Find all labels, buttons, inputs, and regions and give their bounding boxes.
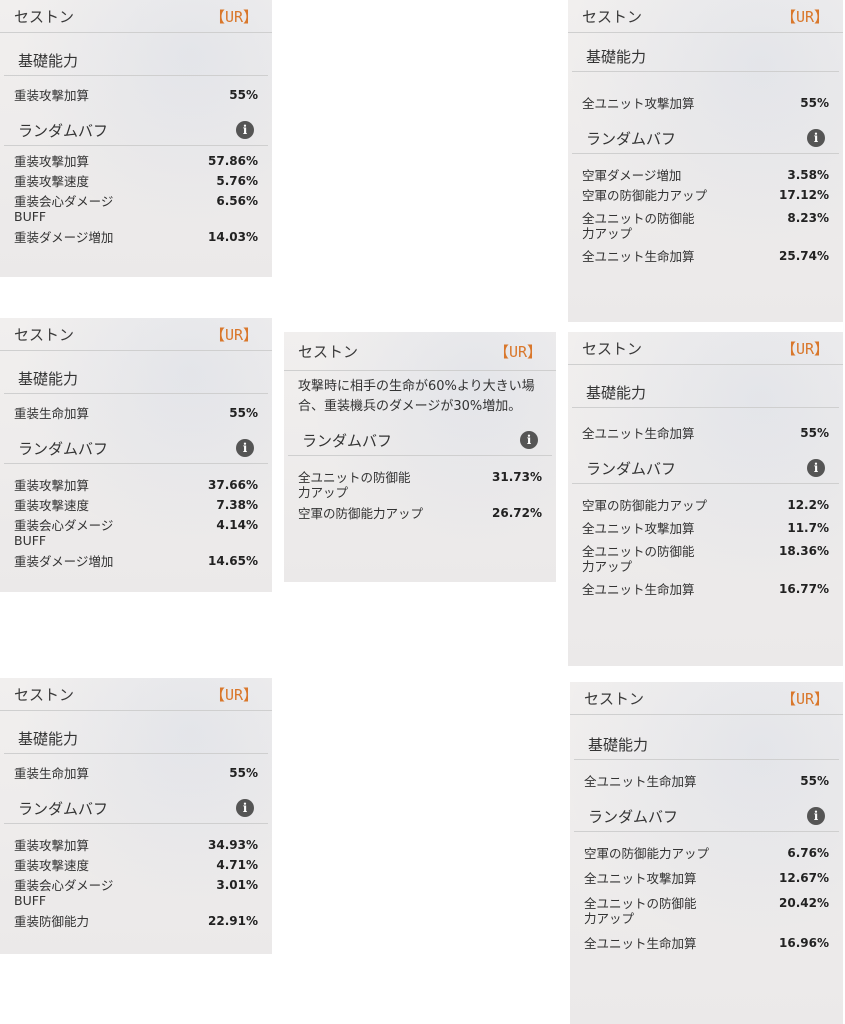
base-ability-heading: 基礎能力 [4, 45, 268, 76]
random-buff-row: 全ユニットの防御能力アップ 20.42% [584, 896, 829, 926]
card-header: セストン 【UR】 [570, 682, 843, 715]
buff-card-1: セストン 【UR】 基礎能力 重装攻撃加算 55% ランダムバフ i 重装攻撃加算… [0, 0, 272, 277]
random-buff-row: 重装会心ダメージBUFF 3.01% [14, 878, 258, 908]
random-buff-row: 重装ダメージ増加 14.65% [14, 554, 258, 569]
random-buff-row: 重装攻撃加算 57.86% [14, 154, 258, 169]
base-ability-row: 全ユニット生命加算 55% [584, 774, 829, 789]
buff-card-7: セストン 【UR】 基礎能力 全ユニット生命加算 55% ランダムバフ i 空軍の… [570, 682, 843, 1024]
random-buff-row: 全ユニット生命加算 16.77% [582, 582, 829, 597]
random-buff-row: 全ユニットの防御能力アップ 18.36% [582, 544, 829, 574]
info-icon[interactable]: i [236, 121, 254, 139]
random-buff-heading: ランダムバフ i [572, 453, 839, 484]
random-buff-heading: ランダムバフ i [4, 115, 268, 146]
random-buff-row: 重装攻撃速度 4.71% [14, 858, 258, 873]
rarity-label: 【UR】 [780, 7, 829, 26]
random-buff-row: 全ユニット生命加算 25.74% [582, 249, 829, 264]
card-header: セストン 【UR】 [0, 0, 272, 33]
random-buff-row: 重装会心ダメージBUFF 6.56% [14, 194, 258, 224]
base-ability-row: 重装生命加算 55% [14, 766, 258, 781]
random-buff-row: 空軍の防御能力アップ 6.76% [584, 846, 829, 861]
random-buff-row: 空軍の防御能力アップ 17.12% [582, 188, 829, 203]
info-icon[interactable]: i [807, 807, 825, 825]
base-ability-heading: 基礎能力 [4, 723, 268, 754]
random-buff-row: 重装攻撃加算 37.66% [14, 478, 258, 493]
random-buff-row: 重装防御能力 22.91% [14, 914, 258, 929]
random-buff-heading: ランダムバフ i [572, 123, 839, 154]
info-icon[interactable]: i [807, 459, 825, 477]
buff-card-6: セストン 【UR】 基礎能力 重装生命加算 55% ランダムバフ i 重装攻撃加算… [0, 678, 272, 954]
base-ability-heading: 基礎能力 [572, 41, 839, 72]
random-buff-row: 空軍の防御能力アップ 26.72% [298, 506, 542, 521]
rarity-label: 【UR】 [209, 685, 258, 704]
rarity-label: 【UR】 [780, 689, 829, 708]
base-ability-row: 全ユニット攻撃加算 55% [582, 96, 829, 111]
rarity-label: 【UR】 [209, 325, 258, 344]
base-ability-heading: 基礎能力 [574, 729, 839, 760]
base-ability-heading: 基礎能力 [572, 377, 839, 408]
random-buff-row: 全ユニットの防御能力アップ 31.73% [298, 470, 542, 500]
buff-card-5: セストン 【UR】 基礎能力 全ユニット生命加算 55% ランダムバフ i 空軍の… [568, 332, 843, 666]
card-header: セストン 【UR】 [568, 0, 843, 33]
card-name: セストン [14, 7, 75, 26]
card-name: セストン [582, 339, 643, 358]
random-buff-row: 全ユニット攻撃加算 12.67% [584, 871, 829, 886]
random-buff-row: 空軍ダメージ増加 3.58% [582, 168, 829, 183]
info-icon[interactable]: i [236, 799, 254, 817]
base-ability-row: 全ユニット生命加算 55% [582, 426, 829, 441]
random-buff-row: 空軍の防御能力アップ 12.2% [582, 498, 829, 513]
base-ability-row: 重装攻撃加算 55% [14, 88, 258, 103]
card-name: セストン [582, 7, 643, 26]
random-buff-heading: ランダムバフ i [574, 801, 839, 832]
card-header: セストン 【UR】 [284, 332, 556, 371]
random-buff-row: 重装攻撃加算 34.93% [14, 838, 258, 853]
buff-card-4: セストン 【UR】 攻撃時に相手の生命が60%より大きい場合、重装機兵のダメージ… [284, 332, 556, 582]
info-icon[interactable]: i [520, 431, 538, 449]
random-buff-row: 重装ダメージ増加 14.03% [14, 230, 258, 245]
card-name: セストン [298, 342, 359, 361]
card-name: セストン [14, 685, 75, 704]
rarity-label: 【UR】 [209, 7, 258, 26]
random-buff-heading: ランダムバフ i [4, 793, 268, 824]
skill-description: 攻撃時に相手の生命が60%より大きい場合、重装機兵のダメージが30%増加。 [298, 379, 535, 414]
card-header: セストン 【UR】 [568, 332, 843, 365]
card-name: セストン [584, 689, 645, 708]
rarity-label: 【UR】 [780, 339, 829, 358]
card-name: セストン [14, 325, 75, 344]
base-ability-row: 重装生命加算 55% [14, 406, 258, 421]
info-icon[interactable]: i [236, 439, 254, 457]
random-buff-row: 全ユニット攻撃加算 11.7% [582, 521, 829, 536]
random-buff-row: 重装攻撃速度 7.38% [14, 498, 258, 513]
card-header: セストン 【UR】 [0, 678, 272, 711]
random-buff-row: 重装会心ダメージBUFF 4.14% [14, 518, 258, 548]
buff-card-2: セストン 【UR】 基礎能力 全ユニット攻撃加算 55% ランダムバフ i 空軍ダ… [568, 0, 843, 322]
random-buff-row: 全ユニット生命加算 16.96% [584, 936, 829, 951]
base-ability-heading: 基礎能力 [4, 363, 268, 394]
random-buff-row: 重装攻撃速度 5.76% [14, 174, 258, 189]
info-icon[interactable]: i [807, 129, 825, 147]
random-buff-heading: ランダムバフ i [288, 425, 552, 456]
rarity-label: 【UR】 [493, 342, 542, 361]
random-buff-row: 全ユニットの防御能力アップ 8.23% [582, 211, 829, 241]
random-buff-heading: ランダムバフ i [4, 433, 268, 464]
buff-card-3: セストン 【UR】 基礎能力 重装生命加算 55% ランダムバフ i 重装攻撃加算… [0, 318, 272, 592]
card-header: セストン 【UR】 [0, 318, 272, 351]
